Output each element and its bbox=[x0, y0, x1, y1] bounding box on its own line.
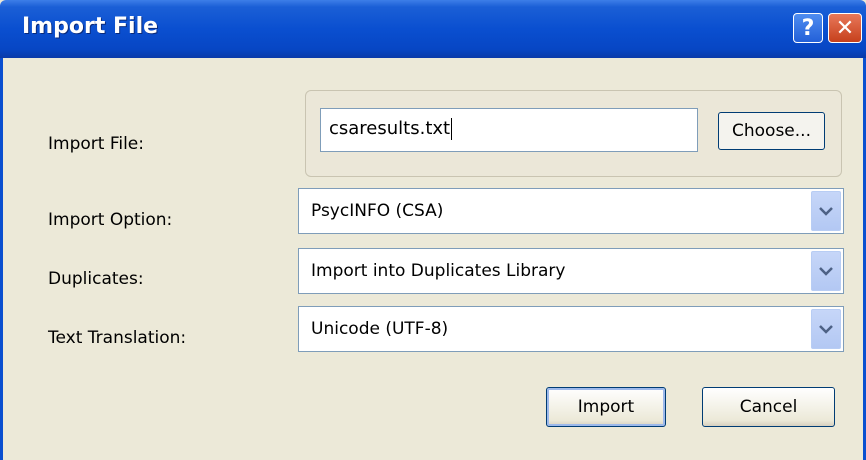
window-title: Import File bbox=[22, 14, 159, 39]
chevron-down-icon bbox=[819, 325, 833, 334]
chevron-down-icon bbox=[819, 207, 833, 216]
chevron-down-icon bbox=[819, 267, 833, 276]
import-file-input[interactable]: csaresults.txt bbox=[320, 108, 698, 152]
duplicates-dropdown-button[interactable] bbox=[811, 251, 841, 291]
duplicates-label: Duplicates: bbox=[48, 269, 144, 289]
import-option-label: Import Option: bbox=[48, 210, 173, 230]
close-button[interactable]: ✕ bbox=[828, 13, 862, 43]
import-option-select[interactable]: PsycINFO (CSA) bbox=[298, 188, 844, 234]
import-option-value: PsycINFO (CSA) bbox=[311, 201, 444, 221]
duplicates-select[interactable]: Import into Duplicates Library bbox=[298, 248, 844, 294]
cancel-button[interactable]: Cancel bbox=[702, 387, 835, 427]
import-option-dropdown-button[interactable] bbox=[811, 191, 841, 231]
duplicates-value: Import into Duplicates Library bbox=[311, 261, 566, 281]
close-icon: ✕ bbox=[835, 16, 855, 41]
text-translation-label: Text Translation: bbox=[48, 328, 187, 348]
text-translation-dropdown-button[interactable] bbox=[811, 309, 841, 349]
choose-button[interactable]: Choose... bbox=[718, 112, 825, 150]
import-file-label: Import File: bbox=[48, 134, 144, 154]
text-translation-select[interactable]: Unicode (UTF-8) bbox=[298, 306, 844, 352]
import-file-value: csaresults.txt bbox=[329, 118, 451, 139]
text-translation-value: Unicode (UTF-8) bbox=[311, 319, 449, 339]
help-button[interactable]: ? bbox=[793, 13, 823, 43]
title-bar[interactable]: Import File ? ✕ bbox=[0, 0, 866, 58]
text-caret bbox=[451, 118, 453, 140]
help-icon: ? bbox=[801, 16, 815, 41]
import-button[interactable]: Import bbox=[546, 387, 666, 427]
